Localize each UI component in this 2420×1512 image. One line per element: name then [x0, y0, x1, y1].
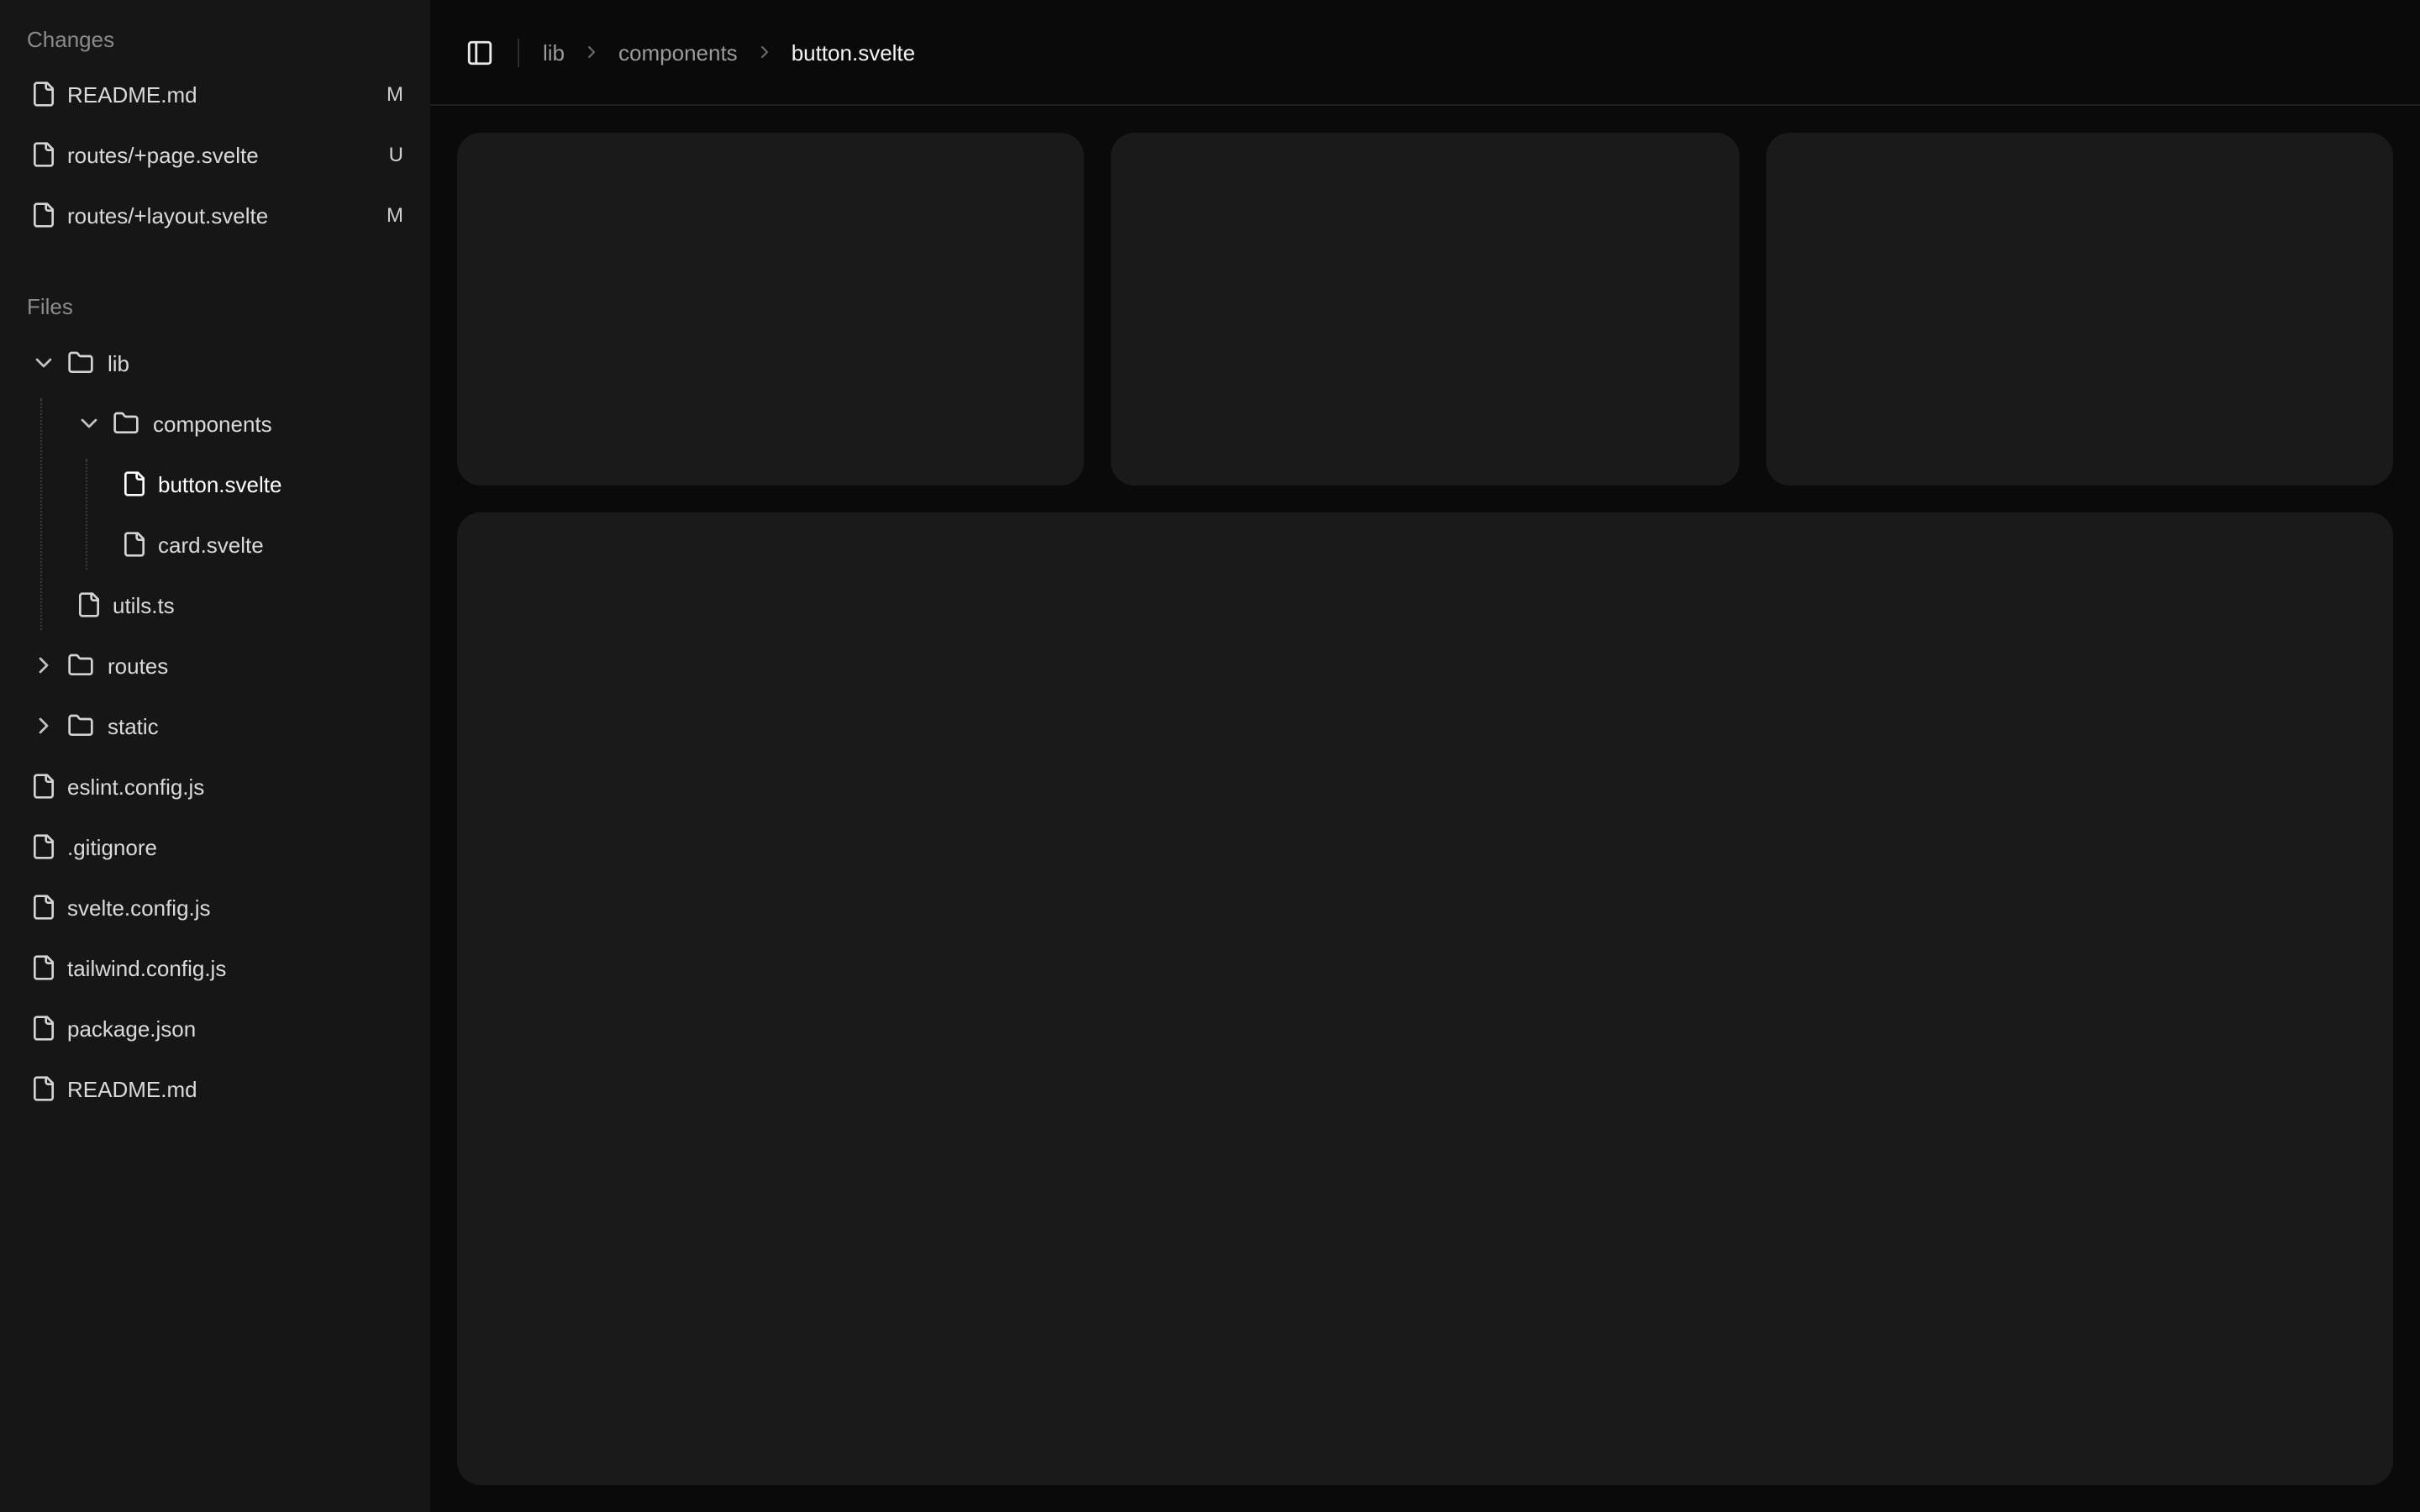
chevron-down-icon — [76, 410, 103, 437]
file-icon — [30, 954, 57, 981]
top-cards-row — [457, 133, 2393, 486]
file-icon — [76, 591, 103, 618]
breadcrumb: lib components button.svelte — [543, 39, 915, 65]
tree-item-file[interactable]: card.svelte — [0, 514, 430, 575]
header: lib components button.svelte — [430, 0, 2420, 106]
tree-item-label: button.svelte — [158, 471, 281, 496]
panel-left-icon — [465, 38, 493, 66]
file-icon — [30, 894, 57, 921]
changes-list: README.md M routes/+page.svelte U routes… — [0, 64, 430, 245]
folder-icon — [67, 712, 94, 739]
sidebar-toggle-button[interactable] — [457, 30, 501, 74]
tree-item-label: README.md — [67, 1076, 197, 1101]
breadcrumb-item: button.svelte — [792, 39, 915, 65]
tree-item-label: .gitignore — [67, 834, 157, 859]
chevron-right-icon — [30, 652, 57, 679]
tree-item-file[interactable]: tailwind.config.js — [0, 937, 430, 998]
git-status-badge: U — [389, 143, 403, 166]
file-icon — [30, 833, 57, 860]
panel-card-3 — [1765, 133, 2393, 486]
changes-item-label: routes/+layout.svelte — [67, 202, 387, 228]
tree-item-file[interactable]: .gitignore — [0, 816, 430, 877]
breadcrumb-chevron-icon — [755, 42, 775, 62]
app-root: Changes README.md M routes/+page.svelte … — [0, 0, 2420, 1512]
header-divider — [518, 38, 519, 66]
files-section-label: Files — [0, 294, 430, 321]
breadcrumb-item[interactable]: lib — [543, 39, 565, 65]
content-area — [430, 106, 2420, 1512]
tree-item-label: components — [153, 411, 272, 436]
git-status-badge: M — [387, 82, 403, 106]
breadcrumb-chevron-icon — [581, 42, 602, 62]
tree-item-label: package.json — [67, 1016, 196, 1041]
screen: Changes README.md M routes/+page.svelte … — [0, 0, 2420, 1512]
tree-item-file[interactable]: utils.ts — [0, 575, 430, 635]
tree-item-label: routes — [108, 653, 168, 678]
changes-section-label: Changes — [0, 27, 430, 54]
file-icon — [30, 141, 57, 168]
tree-item-file[interactable]: svelte.config.js — [0, 877, 430, 937]
git-status-badge: M — [387, 203, 403, 227]
tree-item-folder[interactable]: static — [0, 696, 430, 756]
changes-item-label: routes/+page.svelte — [67, 142, 389, 167]
sidebar: Changes README.md M routes/+page.svelte … — [0, 0, 430, 1512]
file-icon — [121, 470, 148, 497]
file-icon — [30, 773, 57, 800]
file-tree: lib components button.svelte card.svelte uti… — [0, 333, 430, 1119]
changes-item-label: README.md — [67, 81, 387, 107]
main-panel-card — [457, 512, 2393, 1485]
changes-item[interactable]: README.md M — [0, 64, 430, 124]
folder-icon — [67, 349, 94, 376]
chevron-right-icon — [30, 712, 57, 739]
panel-card-1 — [457, 133, 1085, 486]
chevron-down-icon — [30, 349, 57, 376]
file-icon — [30, 202, 57, 228]
tree-item-file[interactable]: package.json — [0, 998, 430, 1058]
file-icon — [121, 531, 148, 558]
panel-card-2 — [1112, 133, 1739, 486]
tree-item-label: utils.ts — [113, 592, 175, 617]
tree-item-file[interactable]: eslint.config.js — [0, 756, 430, 816]
tree-item-folder[interactable]: components — [0, 393, 430, 454]
tree-item-label: static — [108, 713, 159, 738]
tree-item-label: eslint.config.js — [67, 774, 204, 799]
main-area: lib components button.svelte — [430, 0, 2420, 1512]
tree-item-folder[interactable]: routes — [0, 635, 430, 696]
tree-item-label: tailwind.config.js — [67, 955, 226, 980]
tree-item-label: svelte.config.js — [67, 895, 211, 920]
changes-item[interactable]: routes/+layout.svelte M — [0, 185, 430, 245]
file-icon — [30, 1015, 57, 1042]
breadcrumb-item[interactable]: components — [618, 39, 738, 65]
folder-icon — [113, 410, 139, 437]
folder-icon — [67, 652, 94, 679]
tree-item-folder[interactable]: lib — [0, 333, 430, 393]
file-icon — [30, 1075, 57, 1102]
tree-item-file[interactable]: button.svelte — [0, 454, 430, 514]
changes-item[interactable]: routes/+page.svelte U — [0, 124, 430, 185]
tree-item-file[interactable]: README.md — [0, 1058, 430, 1119]
tree-item-label: lib — [108, 350, 129, 375]
file-icon — [30, 81, 57, 108]
tree-item-label: card.svelte — [158, 532, 264, 557]
